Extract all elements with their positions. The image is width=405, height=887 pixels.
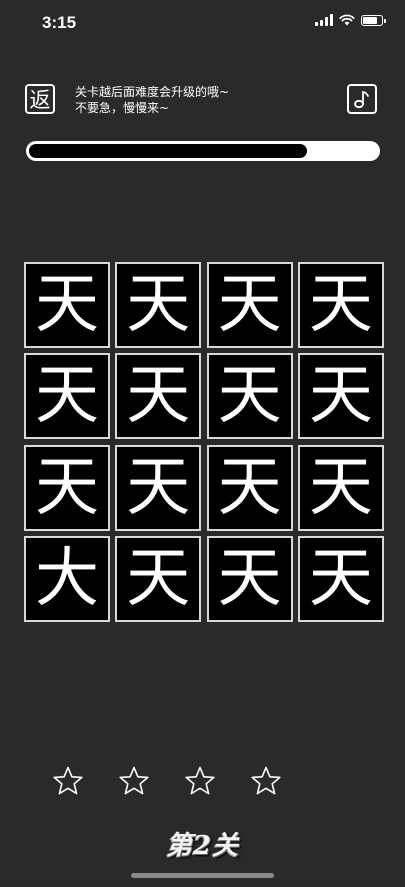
star-icon bbox=[251, 766, 281, 795]
character-grid: 天天天天天天天天天天天天大天天天 bbox=[24, 262, 384, 622]
star-icon bbox=[53, 766, 83, 795]
status-time: 3:15 bbox=[42, 13, 77, 32]
hint-line-1: 关卡越后面难度会升级的哦~ bbox=[75, 85, 230, 99]
character-tile[interactable]: 天 bbox=[206, 262, 293, 348]
music-button[interactable] bbox=[347, 84, 377, 114]
level-label: 第2关 bbox=[165, 831, 240, 861]
character-tile[interactable]: 天 bbox=[115, 353, 202, 440]
character-tile[interactable]: 天 bbox=[24, 262, 110, 348]
character-tile[interactable]: 天 bbox=[297, 353, 384, 440]
character-tile[interactable]: 天 bbox=[115, 444, 202, 531]
star-icon bbox=[185, 766, 215, 795]
status-icons bbox=[315, 14, 386, 26]
character-tile[interactable]: 天 bbox=[297, 535, 384, 622]
hint-text: 关卡越后面难度会升级的哦~ 不要急，慢慢来~ bbox=[75, 84, 229, 116]
back-button[interactable]: 返 bbox=[25, 84, 55, 114]
character-tile[interactable]: 天 bbox=[297, 444, 384, 531]
character-tile[interactable]: 天 bbox=[24, 353, 110, 440]
hint-line-2: 不要急，慢慢来~ bbox=[75, 101, 170, 115]
character-tile[interactable]: 大 bbox=[24, 535, 110, 622]
wifi-icon bbox=[339, 14, 355, 26]
star-rating bbox=[52, 765, 282, 797]
status-bar: 3:15 bbox=[0, 0, 405, 44]
character-tile[interactable]: 天 bbox=[115, 535, 202, 622]
home-indicator bbox=[131, 873, 274, 878]
character-tile[interactable]: 天 bbox=[115, 262, 202, 348]
progress-bar bbox=[26, 141, 380, 161]
cellular-signal-icon bbox=[315, 14, 333, 26]
progress-fill bbox=[29, 144, 307, 158]
music-note-icon bbox=[354, 91, 369, 109]
character-tile[interactable]: 天 bbox=[206, 353, 293, 440]
character-tile[interactable]: 天 bbox=[297, 262, 384, 348]
battery-fill bbox=[363, 16, 377, 24]
star-icon bbox=[119, 766, 149, 795]
character-tile[interactable]: 天 bbox=[24, 444, 110, 531]
character-tile[interactable]: 天 bbox=[206, 535, 293, 622]
battery-icon bbox=[361, 14, 386, 26]
character-tile[interactable]: 天 bbox=[206, 444, 293, 531]
